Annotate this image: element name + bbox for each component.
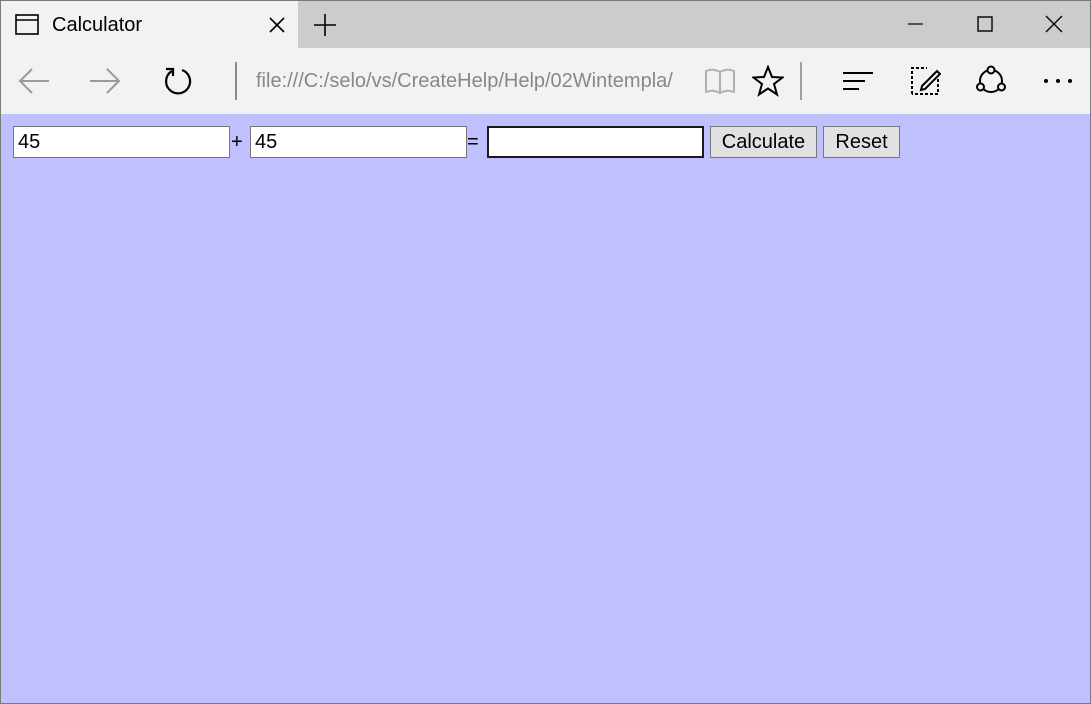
- page-content: + = Calculate Reset: [0, 114, 1091, 704]
- toolbar-separator: [800, 62, 802, 100]
- close-window-icon[interactable]: [1020, 0, 1088, 48]
- operand1-input[interactable]: [13, 126, 230, 158]
- web-note-icon[interactable]: [897, 48, 953, 114]
- tab-title: Calculator: [52, 14, 143, 36]
- tab-calculator[interactable]: Calculator: [1, 1, 298, 48]
- share-icon[interactable]: [963, 48, 1019, 114]
- maximize-icon[interactable]: [951, 0, 1019, 48]
- more-icon[interactable]: [1030, 48, 1086, 114]
- minimize-icon[interactable]: [882, 0, 950, 48]
- equals-sign: =: [467, 131, 479, 153]
- calculate-button[interactable]: Calculate: [710, 126, 817, 158]
- forward-icon[interactable]: [77, 48, 133, 114]
- hub-icon[interactable]: [830, 48, 886, 114]
- address-separator: [235, 62, 237, 100]
- operand2-input[interactable]: [250, 126, 467, 158]
- navigation-bar: file:///C:/selo/vs/CreateHelp/Help/02Win…: [0, 48, 1091, 114]
- back-icon[interactable]: [6, 48, 62, 114]
- result-input[interactable]: [487, 126, 704, 158]
- tab-close-icon[interactable]: [265, 13, 289, 37]
- new-tab-icon[interactable]: [312, 12, 338, 38]
- address-bar[interactable]: file:///C:/selo/vs/CreateHelp/Help/02Win…: [256, 68, 676, 94]
- refresh-icon[interactable]: [150, 48, 206, 114]
- title-bar: Calculator: [0, 0, 1091, 48]
- plus-sign: +: [231, 131, 243, 153]
- tab-page-icon: [15, 14, 39, 35]
- reset-button[interactable]: Reset: [823, 126, 900, 158]
- favorite-star-icon[interactable]: [740, 48, 796, 114]
